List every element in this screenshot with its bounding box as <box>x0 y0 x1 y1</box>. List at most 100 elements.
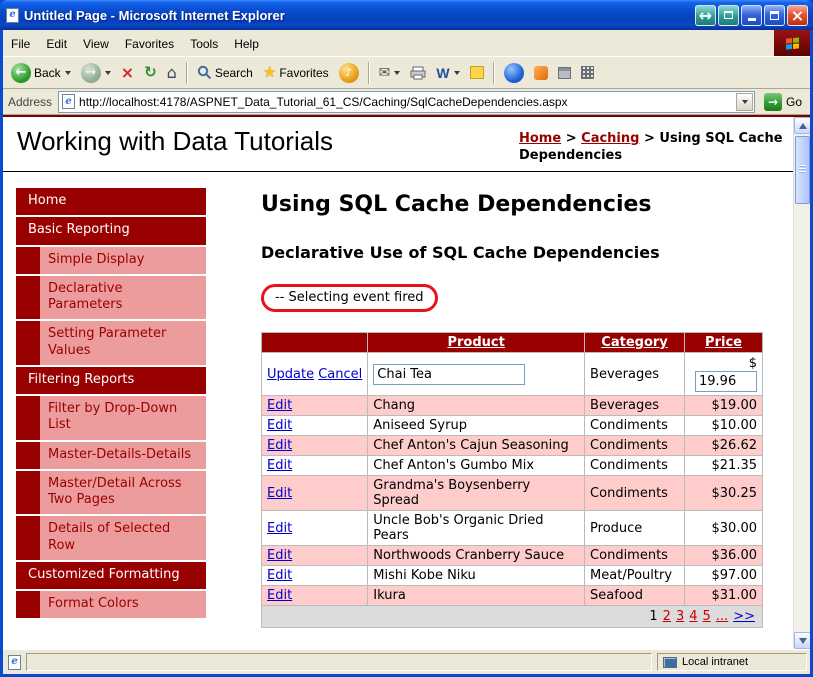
search-icon <box>197 65 211 80</box>
home-button[interactable]: ⌂ <box>163 63 181 83</box>
edit-link[interactable]: Edit <box>267 438 292 453</box>
sidebar-item-label: Filter by Drop-Down List <box>40 396 206 440</box>
menu-edit[interactable]: Edit <box>38 30 75 56</box>
category-sort-link[interactable]: Category <box>601 335 667 350</box>
sidebar-item-basic-reporting[interactable]: Basic Reporting <box>16 217 206 245</box>
mail-button[interactable]: ✉ <box>375 64 405 82</box>
address-dropdown-button[interactable] <box>735 92 753 111</box>
price-sort-link[interactable]: Price <box>705 335 742 350</box>
media-button[interactable]: ♪ <box>335 61 363 85</box>
menu-favorites[interactable]: Favorites <box>117 30 182 56</box>
scroll-down-button[interactable] <box>794 632 810 649</box>
pager-next-link[interactable]: >> <box>733 609 755 624</box>
sidebar-item-label: Details of Selected Row <box>40 516 206 560</box>
scrollbar-thumb[interactable] <box>795 136 810 204</box>
edit-link[interactable]: Edit <box>267 588 292 603</box>
research-building-icon <box>557 66 571 79</box>
product-sort-link[interactable]: Product <box>447 335 504 350</box>
back-dropdown-icon[interactable] <box>64 70 71 75</box>
arrow-down-icon <box>798 637 807 644</box>
menu-file[interactable]: File <box>3 30 38 56</box>
security-zone-label: Local intranet <box>682 656 749 668</box>
breadcrumb-home-link[interactable]: Home <box>519 131 561 146</box>
category-cell: Beverages <box>584 395 686 416</box>
sidebar-item-filtering-reports[interactable]: Filtering Reports <box>16 366 206 394</box>
vertical-scrollbar[interactable] <box>793 117 810 649</box>
chevron-down-icon <box>741 99 748 104</box>
close-button[interactable]: × <box>787 4 808 26</box>
price-input[interactable] <box>695 371 757 392</box>
sidebar-strip <box>16 321 40 365</box>
price-cell: $97.00 <box>684 565 763 586</box>
favorites-button[interactable]: ★ Favorites <box>259 63 333 82</box>
cancel-link[interactable]: Cancel <box>318 367 362 382</box>
edit-link[interactable]: Edit <box>267 548 292 563</box>
price-cell: $31.00 <box>684 585 763 606</box>
research-button[interactable] <box>554 65 575 81</box>
refresh-button[interactable]: ↻ <box>140 63 161 82</box>
maximize-button[interactable] <box>764 4 785 26</box>
sidebar-item-label: Home <box>28 193 67 208</box>
pager-current-page: 1 <box>649 609 658 624</box>
forward-button[interactable]: → <box>77 61 115 85</box>
titlebar-extra-window-button[interactable] <box>718 4 739 26</box>
sidebar-item-master-details-details[interactable]: Master-Details-Details <box>16 441 206 469</box>
sidebar-strip <box>16 516 40 560</box>
sidebar-item-simple-display[interactable]: Simple Display <box>16 246 206 274</box>
pager-page-5-link[interactable]: 5 <box>703 609 711 624</box>
pager-ellipsis-link[interactable]: ... <box>716 609 728 624</box>
sidebar-item-customized-formatting[interactable]: Customized Formatting <box>16 561 206 589</box>
scroll-up-button[interactable] <box>794 117 810 134</box>
edit-link[interactable]: Edit <box>267 486 292 501</box>
menu-tools[interactable]: Tools <box>182 30 226 56</box>
back-label: Back <box>34 65 61 80</box>
price-cell: $30.25 <box>684 475 763 511</box>
stop-button[interactable]: × <box>117 63 138 83</box>
sidebar-item-declarative-parameters[interactable]: Declarative Parameters <box>16 275 206 320</box>
word-dropdown-icon[interactable] <box>453 70 460 75</box>
edit-with-word-button[interactable]: W <box>432 64 463 82</box>
edit-link[interactable]: Edit <box>267 568 292 583</box>
product-cell: Ikura <box>367 585 586 606</box>
category-cell: Condiments <box>584 475 686 511</box>
print-button[interactable] <box>406 64 430 82</box>
product-input[interactable] <box>373 363 526 385</box>
sidebar-item-label: Master-Details-Details <box>40 441 206 469</box>
go-button[interactable]: → Go <box>761 92 805 111</box>
sidebar-item-format-colors[interactable]: Format Colors <box>16 591 206 619</box>
category-cell: Produce <box>584 510 686 546</box>
discuss-button[interactable] <box>466 64 488 81</box>
pager-page-3-link[interactable]: 3 <box>676 609 684 624</box>
sidebar-item-setting-parameter-values[interactable]: Setting Parameter Values <box>16 321 206 365</box>
edit-link[interactable]: Edit <box>267 398 292 413</box>
grid-tool-button[interactable] <box>577 64 598 81</box>
sidebar-item-filter-by-drop-down-list[interactable]: Filter by Drop-Down List <box>16 396 206 440</box>
address-input[interactable] <box>79 94 732 109</box>
table-row: Edit Chang Beverages $19.00 <box>260 395 763 416</box>
price-cell: $10.00 <box>684 415 763 436</box>
mail-dropdown-icon[interactable] <box>394 70 401 75</box>
minimize-button[interactable] <box>741 4 762 26</box>
sidebar-item-home[interactable]: Home <box>16 188 206 216</box>
sidebar-item-details-of-selected-row[interactable]: Details of Selected Row <box>16 516 206 560</box>
pager-page-2-link[interactable]: 2 <box>663 609 671 624</box>
edit-link[interactable]: Edit <box>267 418 292 433</box>
maximize-icon <box>770 10 779 20</box>
forward-dropdown-icon[interactable] <box>104 70 111 75</box>
menu-view[interactable]: View <box>75 30 117 56</box>
pager-page-4-link[interactable]: 4 <box>689 609 697 624</box>
update-link[interactable]: Update <box>267 367 314 382</box>
grid-pager: 1 2 3 4 5... >> <box>261 605 763 628</box>
menu-help[interactable]: Help <box>226 30 267 56</box>
back-button[interactable]: ← Back <box>7 61 75 85</box>
page-title: Using SQL Cache Dependencies <box>261 192 652 217</box>
edit-link[interactable]: Edit <box>267 458 292 473</box>
messenger-button[interactable] <box>500 61 528 85</box>
titlebar-extra-arrows-button[interactable]: ↔ <box>695 4 716 26</box>
msn-button[interactable] <box>530 64 552 82</box>
breadcrumb-caching-link[interactable]: Caching <box>581 131 639 146</box>
product-cell: Uncle Bob's Organic Dried Pears <box>367 510 586 546</box>
search-button[interactable]: Search <box>193 63 257 82</box>
sidebar-item-master-detail-across-two-pages[interactable]: Master/Detail Across Two Pages <box>16 470 206 515</box>
edit-link[interactable]: Edit <box>267 521 292 536</box>
